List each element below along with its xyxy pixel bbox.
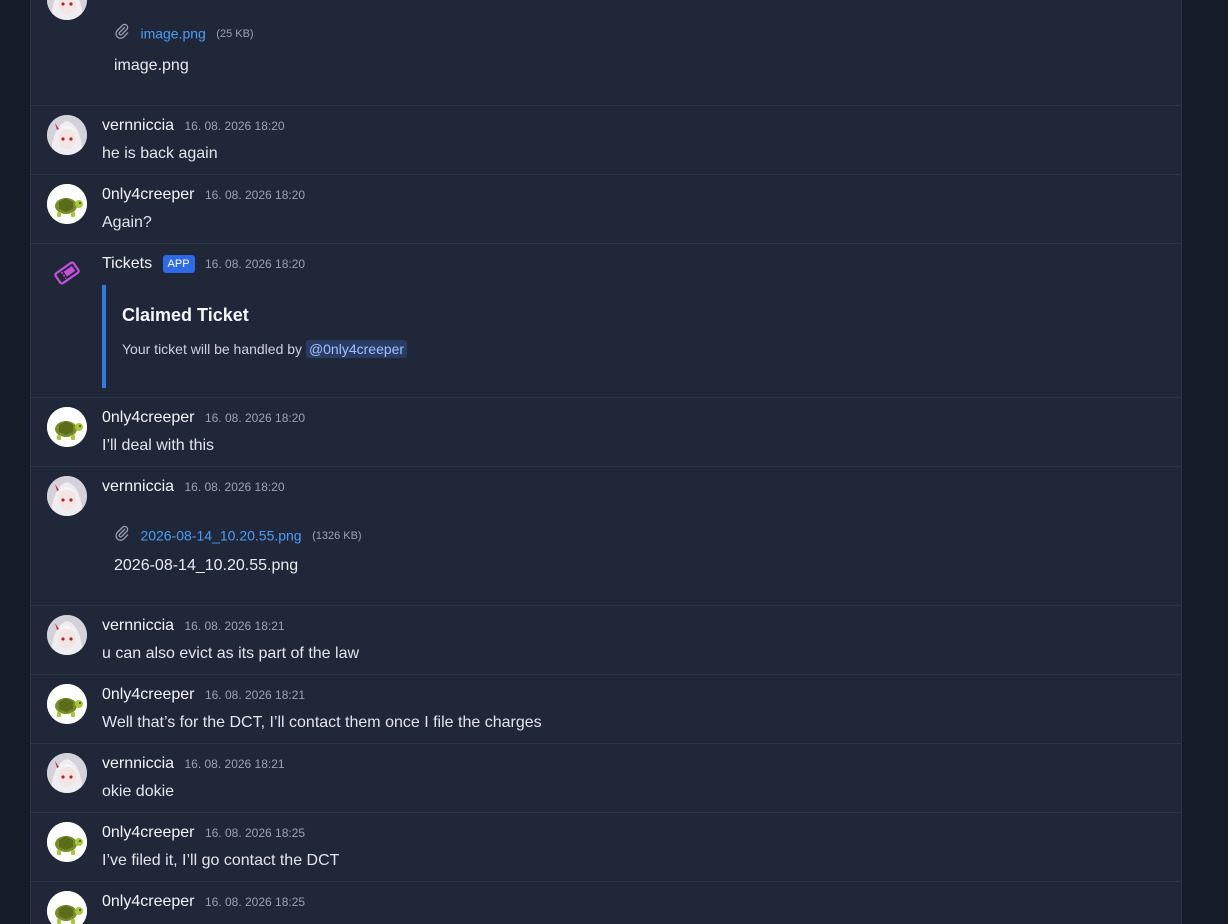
timestamp: 16. 08. 2026 18:21 — [184, 757, 285, 771]
message-embed: Tickets APP 16. 08. 2026 18:20 Claimed T… — [31, 243, 1181, 398]
author-name[interactable]: 0nly4creeper — [102, 186, 195, 203]
author-name[interactable]: vernniccia — [102, 755, 174, 772]
message: 0nly4creeper 16. 08. 2026 18:25 I’ve fil… — [31, 812, 1181, 882]
attachment-link[interactable]: image.png — [140, 26, 205, 42]
timestamp: 16. 08. 2026 18:20 — [204, 411, 306, 425]
attachment-row: image.png (25 KB) — [114, 23, 254, 44]
timestamp: 16. 08. 2026 18:25 — [204, 826, 306, 840]
message-text: I’ll deal with this — [102, 437, 215, 454]
anime-girl-avatar[interactable] — [47, 753, 87, 793]
message-header: 0nly4creeper 16. 08. 2026 18:25 — [102, 893, 305, 911]
message: 0nly4creeper 16. 08. 2026 18:20 I’ll dea… — [31, 397, 1181, 467]
attachment-filename: 2026-08-14_10.20.55.png — [114, 557, 299, 574]
author-name[interactable]: Tickets — [102, 255, 152, 272]
message-text: Again? — [102, 214, 152, 231]
author-name[interactable]: 0nly4creeper — [102, 824, 195, 841]
message-header: 0nly4creeper 16. 08. 2026 18:20 — [102, 186, 305, 204]
attachment-link[interactable]: 2026-08-14_10.20.55.png — [140, 528, 301, 544]
author-name[interactable]: 0nly4creeper — [102, 686, 195, 703]
attachment-row: 2026-08-14_10.20.55.png (1326 KB) — [114, 525, 362, 546]
author-name[interactable]: vernniccia — [102, 617, 174, 634]
user-mention[interactable]: @0nly4creeper — [305, 340, 408, 358]
message-header: 0nly4creeper 16. 08. 2026 18:21 — [102, 686, 305, 704]
message-header: vernniccia 16. 08. 2026 18:20 — [102, 117, 285, 135]
app-badge: APP — [162, 255, 195, 273]
message: vernniccia 16. 08. 2026 18:21 okie dokie — [31, 743, 1181, 813]
author-name[interactable]: vernniccia — [102, 117, 174, 134]
timestamp: 16. 08. 2026 18:25 — [204, 895, 306, 909]
message: vernniccia 16. 08. 2026 18:20 he is back… — [31, 105, 1181, 175]
message-header: Tickets APP 16. 08. 2026 18:20 — [102, 255, 305, 273]
timestamp: 16. 08. 2026 18:20 — [184, 480, 285, 494]
attachment-size: (25 KB) — [216, 27, 254, 40]
embed-title: Claimed Ticket — [122, 305, 249, 325]
embed-card: Claimed Ticket Your ticket will be handl… — [102, 285, 526, 388]
timestamp: 16. 08. 2026 18:20 — [204, 188, 306, 202]
turtle-avatar[interactable] — [47, 684, 87, 724]
timestamp: 16. 08. 2026 18:20 — [205, 257, 306, 271]
turtle-avatar[interactable] — [47, 822, 87, 862]
message: 0nly4creeper 16. 08. 2026 18:21 Well tha… — [31, 674, 1181, 744]
timestamp: 16. 08. 2026 18:20 — [184, 119, 285, 133]
anime-girl-avatar[interactable] — [47, 615, 87, 655]
attachment-filename: image.png — [114, 57, 189, 74]
message-attachment: image.png (25 KB) image.png — [31, 0, 1181, 106]
message-text: he is back again — [102, 145, 218, 162]
timestamp: 16. 08. 2026 18:21 — [184, 619, 285, 633]
paperclip-icon — [114, 23, 130, 44]
message-text: u can also evict as its part of the law — [102, 645, 360, 662]
message-text: I’ve filed it, I’ll go contact the DCT — [102, 852, 340, 869]
turtle-avatar[interactable] — [47, 891, 87, 924]
message-header: vernniccia 16. 08. 2026 18:21 — [102, 617, 285, 635]
embed-text: Your ticket will be handled by — [122, 341, 303, 357]
author-name[interactable]: vernniccia — [102, 478, 174, 495]
message-text: okie dokie — [102, 783, 175, 800]
message-header: vernniccia 16. 08. 2026 18:20 — [102, 478, 285, 496]
anime-girl-avatar[interactable] — [47, 115, 87, 155]
message-header: 0nly4creeper 16. 08. 2026 18:25 — [102, 824, 305, 842]
message: vernniccia 16. 08. 2026 18:21 u can also… — [31, 605, 1181, 675]
attachment-size: (1326 KB) — [312, 529, 362, 542]
ticket-icon — [47, 253, 87, 293]
chat-transcript: image.png (25 KB) image.png vernniccia 1… — [30, 0, 1182, 924]
turtle-avatar[interactable] — [47, 407, 87, 447]
message-header: 0nly4creeper 16. 08. 2026 18:20 — [102, 409, 305, 427]
message: 0nly4creeper 16. 08. 2026 18:20 Again? — [31, 174, 1181, 244]
anime-girl-avatar — [47, 0, 87, 20]
author-name[interactable]: 0nly4creeper — [102, 893, 195, 910]
paperclip-icon — [114, 525, 130, 546]
anime-girl-avatar[interactable] — [47, 476, 87, 516]
message: 0nly4creeper 16. 08. 2026 18:25 — [31, 881, 1181, 924]
embed-description: Your ticket will be handled by @0nly4cre… — [122, 340, 408, 358]
timestamp: 16. 08. 2026 18:21 — [204, 688, 306, 702]
message-attachment: vernniccia 16. 08. 2026 18:20 2026-08-14… — [31, 466, 1181, 606]
message-header: vernniccia 16. 08. 2026 18:21 — [102, 755, 285, 773]
turtle-avatar[interactable] — [47, 184, 87, 224]
message-text: Well that’s for the DCT, I’ll contact th… — [102, 714, 542, 731]
author-name[interactable]: 0nly4creeper — [102, 409, 195, 426]
